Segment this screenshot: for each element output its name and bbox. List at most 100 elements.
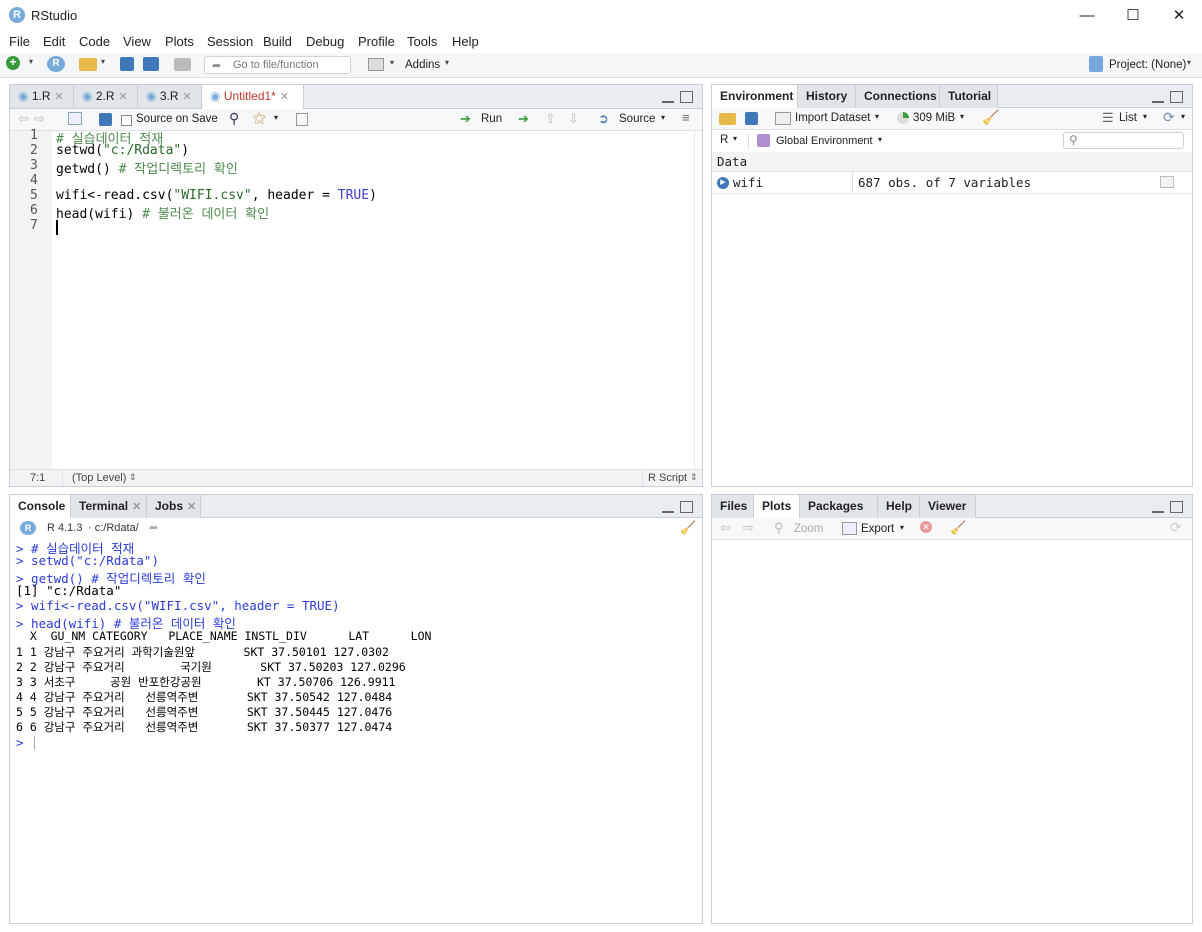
print-icon[interactable] — [174, 58, 191, 71]
tab-jobs[interactable]: Jobs ✕ — [147, 495, 201, 518]
previous-plot-icon[interactable]: ⇦ — [720, 520, 731, 536]
maximize-pane-icon[interactable] — [1170, 501, 1183, 513]
tab-terminal[interactable]: Terminal ✕ — [71, 495, 147, 518]
tab-packages[interactable]: Packages — [800, 495, 878, 518]
menu-build[interactable]: Build — [263, 34, 292, 49]
save-all-icon[interactable] — [143, 57, 159, 71]
chevron-down-icon[interactable]: ▾ — [1181, 112, 1185, 121]
save-icon[interactable] — [120, 57, 134, 71]
project-menu[interactable]: Project: (None) — [1109, 59, 1186, 71]
forward-arrow-icon[interactable]: ⇨ — [34, 111, 45, 127]
run-button[interactable]: Run — [481, 113, 502, 125]
menu-tools[interactable]: Tools — [407, 34, 437, 49]
rerun-icon[interactable]: ➔ — [518, 111, 529, 127]
show-in-window-icon[interactable] — [68, 112, 82, 125]
up-arrow-icon[interactable]: ⇧ — [545, 111, 556, 127]
environment-scope-selector[interactable]: Global Environment — [776, 135, 873, 147]
tab-1r[interactable]: ◉ 1.R ✕ — [10, 85, 74, 108]
expand-icon[interactable]: ▶ — [717, 177, 729, 189]
view-mode-selector[interactable]: List — [1119, 112, 1137, 124]
view-data-grid-icon[interactable] — [1160, 176, 1174, 188]
load-workspace-icon[interactable] — [719, 113, 736, 125]
menu-debug[interactable]: Debug — [306, 34, 344, 49]
outline-icon[interactable]: ≡ — [682, 110, 690, 125]
magic-wand-icon[interactable]: ⚝ — [253, 110, 266, 126]
tab-tutorial[interactable]: Tutorial — [940, 85, 998, 108]
memory-usage[interactable]: 309 MiB — [913, 112, 955, 124]
environment-row[interactable]: ▶ wifi 687 obs. of 7 variables — [712, 172, 1192, 194]
save-icon[interactable] — [99, 113, 112, 126]
new-file-icon[interactable]: + — [6, 56, 20, 70]
search-icon[interactable]: ⚲ — [229, 110, 239, 127]
tab-viewer[interactable]: Viewer — [920, 495, 976, 518]
down-arrow-icon[interactable]: ⇩ — [568, 111, 579, 127]
back-arrow-icon[interactable]: ⇦ — [18, 111, 29, 127]
menu-profile[interactable]: Profile — [358, 34, 395, 49]
clear-console-icon[interactable]: 🧹 — [680, 520, 696, 536]
source-button[interactable]: Source — [619, 113, 655, 125]
maximize-button[interactable]: ☐ — [1110, 0, 1156, 31]
tab-console[interactable]: Console — [10, 495, 71, 519]
refresh-icon[interactable]: ⟳ — [1170, 519, 1182, 536]
chevron-down-icon[interactable]: ▾ — [274, 113, 278, 122]
import-dataset-button[interactable]: Import Dataset — [795, 112, 870, 124]
minimize-pane-icon[interactable] — [1152, 503, 1164, 513]
maximize-pane-icon[interactable] — [680, 501, 693, 513]
close-window-button[interactable]: ✕ — [1156, 0, 1202, 31]
chevron-down-icon[interactable]: ▾ — [101, 57, 105, 66]
tab-connections[interactable]: Connections — [856, 85, 940, 108]
minimize-pane-icon[interactable] — [1152, 93, 1164, 103]
addins-menu[interactable]: Addins — [405, 59, 440, 71]
tab-files[interactable]: Files — [712, 495, 754, 518]
environment-search-input[interactable]: ⚲ — [1063, 132, 1184, 149]
language-selector[interactable]: R — [720, 134, 728, 146]
chevron-down-icon[interactable]: ▾ — [878, 135, 882, 144]
tab-environment[interactable]: Environment — [712, 85, 798, 109]
console-output[interactable]: > # 실습데이터 적재 > setwd("c:/Rdata") > getwd… — [10, 538, 702, 923]
broom-icon[interactable]: 🧹 — [982, 109, 999, 126]
export-button[interactable]: Export — [861, 523, 894, 535]
remove-plot-icon[interactable]: ✕ — [920, 521, 932, 533]
menu-plots[interactable]: Plots — [165, 34, 194, 49]
chevron-down-icon[interactable]: ▾ — [1143, 112, 1147, 121]
maximize-pane-icon[interactable] — [680, 91, 693, 103]
tab-2r[interactable]: ◉ 2.R ✕ — [74, 85, 138, 108]
menu-session[interactable]: Session — [207, 34, 253, 49]
maximize-pane-icon[interactable] — [1170, 91, 1183, 103]
menu-help[interactable]: Help — [452, 34, 479, 49]
menu-view[interactable]: View — [123, 34, 151, 49]
new-project-icon[interactable]: R — [47, 56, 65, 72]
tab-untitled1[interactable]: ◉ Untitled1* ✕ — [202, 85, 304, 109]
broom-icon[interactable]: 🧹 — [950, 520, 966, 536]
chevron-down-icon[interactable]: ▾ — [960, 112, 964, 121]
menu-file[interactable]: File — [9, 34, 30, 49]
goto-file-input[interactable]: Go to file/function — [204, 56, 351, 74]
tab-help[interactable]: Help — [878, 495, 920, 518]
refresh-icon[interactable]: ⟳ — [1163, 109, 1175, 126]
save-workspace-icon[interactable] — [745, 112, 758, 125]
scope-selector[interactable]: (Top Level) — [72, 472, 126, 484]
tab-3r[interactable]: ◉ 3.R ✕ — [138, 85, 202, 108]
chevron-down-icon[interactable]: ▾ — [390, 58, 394, 67]
compile-report-icon[interactable] — [296, 113, 308, 126]
menu-edit[interactable]: Edit — [43, 34, 65, 49]
minimize-button[interactable]: — — [1064, 0, 1110, 31]
minimize-pane-icon[interactable] — [662, 503, 674, 513]
minimize-pane-icon[interactable] — [662, 93, 674, 103]
chevron-down-icon[interactable]: ▾ — [733, 134, 737, 143]
source-on-save-checkbox[interactable] — [121, 115, 132, 126]
open-folder-icon[interactable] — [79, 58, 97, 71]
chevron-down-icon[interactable]: ▾ — [875, 112, 879, 121]
file-type-selector[interactable]: R Script — [648, 472, 687, 484]
menu-code[interactable]: Code — [79, 34, 110, 49]
workspace-panes-icon[interactable] — [368, 58, 384, 71]
chevron-down-icon[interactable]: ▾ — [29, 57, 33, 66]
tab-plots[interactable]: Plots — [754, 495, 800, 519]
next-plot-icon[interactable]: ⇨ — [743, 520, 754, 536]
chevron-down-icon[interactable]: ▾ — [661, 113, 665, 122]
code-editor[interactable]: 1 2 3 4 5 6 7 # 실습데이터 적재 setwd("c:/Rdata… — [10, 128, 702, 469]
chevron-down-icon[interactable]: ▾ — [900, 523, 904, 532]
zoom-button[interactable]: Zoom — [794, 523, 823, 535]
goto-dir-icon[interactable]: ➦ — [149, 521, 158, 534]
tab-history[interactable]: History — [798, 85, 856, 108]
